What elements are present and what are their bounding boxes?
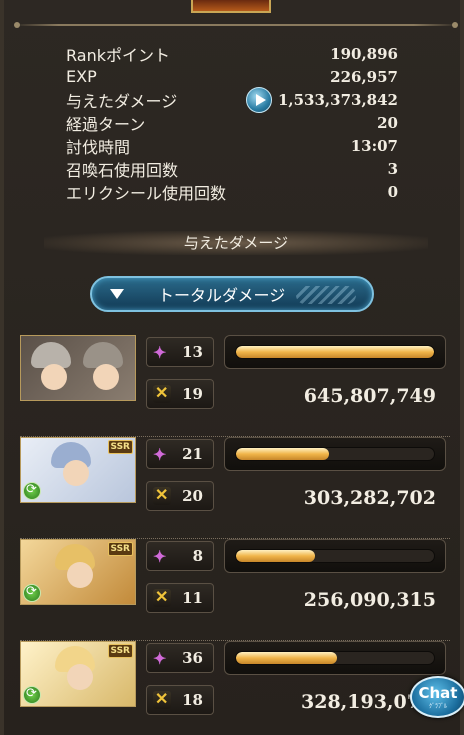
ssr-badge: SSR xyxy=(107,644,133,658)
ca-count: 18 xyxy=(182,691,203,709)
ssr-badge: SSR xyxy=(107,542,133,556)
elixir-uses-label: エリクシール使用回数 xyxy=(66,183,227,203)
skill-count-box: ✦ 21 xyxy=(146,439,214,469)
summary-row: 経過ターン 20 xyxy=(66,111,398,134)
damage-type-dropdown[interactable]: トータルダメージ xyxy=(90,276,374,312)
damage-bar xyxy=(224,437,446,471)
rank-points-label: Rankポイント xyxy=(66,45,170,65)
character-card: ✦ 13 19 645,807,749 xyxy=(20,335,450,437)
ca-count-box: 20 xyxy=(146,481,214,511)
summary-row: Rankポイント 190,896 xyxy=(66,42,398,65)
elixir-uses-value: 0 xyxy=(387,182,398,201)
crossed-swords-icon xyxy=(153,383,171,403)
crossed-swords-icon xyxy=(153,587,171,607)
summary-row: エリクシール使用回数 0 xyxy=(66,180,398,203)
chat-label: Chat xyxy=(418,683,458,702)
ssr-badge: SSR xyxy=(107,440,133,454)
turns-value: 20 xyxy=(377,113,398,132)
damage-dealt-value: 1,533,373,842 xyxy=(277,90,398,109)
exp-value: 226,957 xyxy=(330,67,398,86)
crossed-swords-icon xyxy=(153,689,171,709)
results-panel: Rankポイント 190,896 EXP 226,957 与えたダメージ 1,5… xyxy=(0,0,464,735)
ca-count-box: 19 xyxy=(146,379,214,409)
skill-count: 36 xyxy=(182,649,203,667)
damage-bar xyxy=(224,335,446,369)
crossed-swords-icon xyxy=(153,485,171,505)
top-emblem xyxy=(191,0,271,13)
character-portrait[interactable]: SSR xyxy=(20,437,136,503)
skill-count: 8 xyxy=(192,547,203,565)
summon-uses-label: 召喚石使用回数 xyxy=(66,160,179,180)
ca-count-box: 11 xyxy=(146,583,214,613)
exp-label: EXP xyxy=(66,67,97,86)
character-portrait[interactable]: SSR xyxy=(20,539,136,605)
summary-row: 討伐時間 13:07 xyxy=(66,134,398,157)
character-portrait[interactable] xyxy=(20,335,136,401)
damage-bar xyxy=(224,641,446,675)
sparkle-icon: ✦ xyxy=(153,546,167,566)
damage-bar xyxy=(224,539,446,573)
battle-summary: Rankポイント 190,896 EXP 226,957 与えたダメージ 1,5… xyxy=(66,42,398,203)
dropdown-label: トータルダメージ xyxy=(158,286,286,305)
chevron-down-icon xyxy=(110,289,124,299)
summary-row: 与えたダメージ 1,533,373,842 xyxy=(66,86,398,113)
character-card: SSR ✦ 8 11 256,090,315 xyxy=(20,539,450,641)
wind-element-icon xyxy=(23,686,41,704)
skill-count: 21 xyxy=(182,445,203,463)
ca-count: 20 xyxy=(182,487,203,505)
character-card: SSR ✦ 36 18 328,193,07 xyxy=(20,641,450,733)
sparkle-icon: ✦ xyxy=(153,648,167,668)
character-card: SSR ✦ 21 20 303,282,702 xyxy=(20,437,450,539)
battle-time-value: 13:07 xyxy=(350,136,398,155)
damage-bar-fill xyxy=(236,448,330,460)
rank-points-value: 190,896 xyxy=(330,44,398,63)
damage-dealt-label: 与えたダメージ xyxy=(66,91,178,111)
sparkle-icon: ✦ xyxy=(153,444,167,464)
chat-button[interactable]: Chat ｸﾞﾗﾌﾞﾙ xyxy=(410,676,464,718)
damage-value: 328,193,07 xyxy=(301,691,420,713)
ca-count-box: 18 xyxy=(146,685,214,715)
damage-value: 256,090,315 xyxy=(303,589,436,611)
sparkle-icon: ✦ xyxy=(153,342,167,362)
turns-label: 経過ターン xyxy=(66,114,146,134)
damage-bar-fill xyxy=(236,346,434,358)
play-icon[interactable] xyxy=(245,86,272,113)
top-divider xyxy=(14,22,458,28)
dropdown-decoration xyxy=(296,286,356,304)
chat-sublabel: ｸﾞﾗﾌﾞﾙ xyxy=(428,702,447,710)
summary-row: EXP 226,957 xyxy=(66,65,398,88)
character-portrait[interactable]: SSR xyxy=(20,641,136,707)
damage-dealt-group: 1,533,373,842 xyxy=(245,86,398,113)
ca-count: 11 xyxy=(182,589,203,607)
damage-bar-fill xyxy=(236,550,316,562)
damage-value: 303,282,702 xyxy=(303,487,436,509)
summary-row: 召喚石使用回数 3 xyxy=(66,157,398,180)
summon-uses-value: 3 xyxy=(387,159,398,178)
skill-count-box: ✦ 36 xyxy=(146,643,214,673)
wind-element-icon xyxy=(23,584,41,602)
skill-count-box: ✦ 8 xyxy=(146,541,214,571)
battle-time-label: 討伐時間 xyxy=(66,137,131,157)
section-title: 与えたダメージ xyxy=(44,231,428,255)
skill-count: 13 xyxy=(182,343,203,361)
wind-element-icon xyxy=(23,482,41,500)
damage-value: 645,807,749 xyxy=(303,385,436,407)
skill-count-box: ✦ 13 xyxy=(146,337,214,367)
damage-bar-fill xyxy=(236,652,337,664)
ca-count: 19 xyxy=(182,385,203,403)
